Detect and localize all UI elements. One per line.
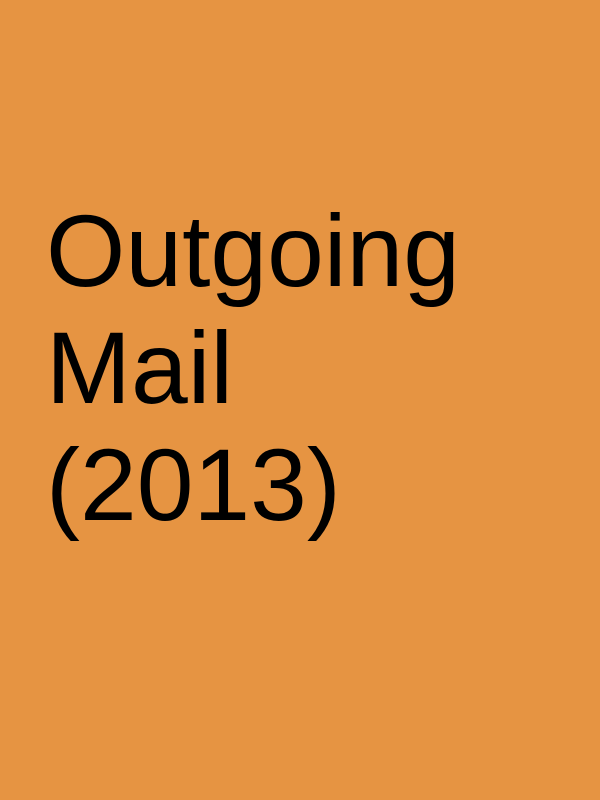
title-line-1: Outgoing bbox=[46, 194, 460, 308]
title-line-3: (2013) bbox=[46, 428, 341, 542]
poster-title: Outgoing Mail (2013) bbox=[46, 193, 460, 544]
poster-placeholder: Outgoing Mail (2013) bbox=[0, 0, 600, 800]
title-line-2: Mail bbox=[46, 311, 234, 425]
